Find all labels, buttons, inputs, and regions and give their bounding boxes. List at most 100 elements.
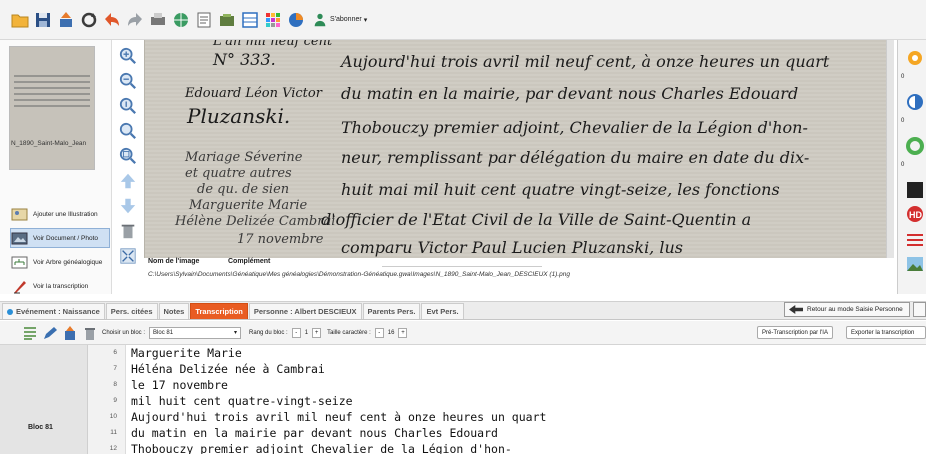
photo-icon <box>11 232 28 244</box>
view-transcription-button[interactable]: Voir la transcription <box>10 276 110 296</box>
rank-value: 1 <box>304 329 309 336</box>
zoom-actual-icon[interactable] <box>118 96 138 116</box>
folder-icon[interactable] <box>10 9 30 31</box>
quill-icon <box>14 280 26 293</box>
line-number: 10 <box>109 413 117 420</box>
size-decrement-button[interactable]: - <box>374 327 384 338</box>
arrow-down-icon[interactable] <box>118 196 138 216</box>
transcription-line[interactable]: Aujourd'hui trois avril mil neuf cent à … <box>131 410 546 424</box>
back-arrow-icon <box>789 305 803 314</box>
transcription-line[interactable]: le 17 novembre <box>131 378 228 392</box>
transcription-line[interactable]: du matin en la mairie par devant nous Ch… <box>131 426 498 440</box>
side-toggle-button[interactable] <box>913 302 926 317</box>
refresh-icon[interactable] <box>79 9 99 31</box>
rank-increment-button[interactable]: + <box>312 327 322 338</box>
zoom-out-icon[interactable] <box>118 71 138 91</box>
contrast-icon[interactable] <box>905 92 925 112</box>
block-select[interactable]: Bloc 81 ▾ <box>149 326 242 339</box>
export-transcription-button[interactable]: Exporter la transcription <box>846 326 926 339</box>
firefox-icon[interactable] <box>286 9 306 31</box>
transcription-editor[interactable]: Bloc 81 6 7 8 9 10 11 12 Marguerite Mari… <box>0 345 926 454</box>
edit-icon[interactable] <box>42 325 58 341</box>
tab-label: Pers. citées <box>110 307 153 316</box>
view-tree-button[interactable]: Voir Arbre généalogique <box>10 252 110 272</box>
view-document-button[interactable]: Voir Document / Photo <box>10 228 110 248</box>
database-icon[interactable] <box>217 9 237 31</box>
document-icon[interactable] <box>194 9 214 31</box>
brightness-icon[interactable] <box>905 48 925 68</box>
line-number: 9 <box>113 397 117 404</box>
doc-margin-line: de qu. de sien <box>197 182 290 197</box>
size-increment-button[interactable]: + <box>398 327 408 338</box>
doc-text-line: d'officier de l'Etat Civil de la Ville d… <box>321 210 752 229</box>
tab-label: Evt Pers. <box>426 307 459 316</box>
doc-margin-line: et quatre autres <box>185 166 292 181</box>
tab-evt-pers[interactable]: Evt Pers. <box>421 303 464 319</box>
add-block-icon[interactable] <box>62 325 78 341</box>
chevron-down-icon: ▾ <box>363 16 368 24</box>
svg-text:HD: HD <box>909 210 922 220</box>
web-icon[interactable] <box>171 9 191 31</box>
back-to-person-button[interactable]: Retour au mode Saisie Personne <box>784 302 910 317</box>
lines-icon[interactable] <box>905 230 925 250</box>
redo-icon[interactable] <box>125 9 145 31</box>
tab-personne[interactable]: Personne : Albert DESCIEUX <box>248 303 362 319</box>
black-white-icon[interactable] <box>905 180 925 200</box>
ai-pretranscription-button[interactable]: Pré-Transcription par l'IA <box>757 326 833 339</box>
subscribe-button[interactable]: S'abonner ▾ <box>312 12 367 28</box>
doc-text-line: du matin en la mairie, par devant nous C… <box>341 84 799 103</box>
undo-icon[interactable] <box>102 9 122 31</box>
transcription-line[interactable]: Héléna Delizée née à Cambrai <box>131 362 325 376</box>
back-button-label: Retour au mode Saisie Personne <box>807 306 903 313</box>
transcription-line[interactable]: Marguerite Marie <box>131 346 242 360</box>
rank-decrement-button[interactable]: - <box>291 327 301 338</box>
line-number: 11 <box>110 429 117 436</box>
rank-label: Rang du bloc : <box>249 329 288 336</box>
doc-margin-line: L'an mil neuf cent <box>213 40 333 49</box>
ai-pretranscription-label: Pré-Transcription par l'IA <box>762 329 828 336</box>
tab-evenement[interactable]: Evénement : Naissance <box>2 303 105 319</box>
image-name-label: Nom de l'image <box>148 258 200 265</box>
tab-parents-pers[interactable]: Parents Pers. <box>362 303 421 319</box>
view-tree-label: Voir Arbre généalogique <box>33 258 103 266</box>
tab-notes[interactable]: Notes <box>158 303 190 319</box>
grid-color-icon[interactable] <box>263 9 283 31</box>
add-illustration-button[interactable]: Ajouter une Illustration <box>10 204 110 224</box>
list-icon[interactable] <box>22 325 38 341</box>
hd-icon[interactable]: HD <box>905 204 925 224</box>
layout-icon[interactable] <box>240 9 260 31</box>
doc-margin-line: Edouard Léon Victor <box>185 86 322 101</box>
tab-transcription[interactable]: Transcription <box>190 303 248 319</box>
transcription-line[interactable]: mil huit cent quatre-vingt-seize <box>131 394 353 408</box>
view-transcription-label: Voir la transcription <box>33 282 89 290</box>
main-toolbar: S'abonner ▾ <box>0 0 926 40</box>
document-scrollbar[interactable] <box>886 40 894 258</box>
save-icon[interactable] <box>33 9 53 31</box>
tab-pers-citees[interactable]: Pers. citées <box>105 303 158 319</box>
document-thumbnail[interactable] <box>9 46 95 170</box>
tab-label: Notes <box>163 307 185 316</box>
line-number-column: 6 7 8 9 10 11 12 <box>88 345 126 454</box>
left-pane: N_1890_Saint-Malo_Jean Ajouter une Illus… <box>0 40 112 294</box>
subscribe-icon <box>314 13 326 26</box>
color-wheel-icon[interactable] <box>905 136 925 156</box>
zoom-in-icon[interactable] <box>118 46 138 66</box>
upload-icon[interactable] <box>56 9 76 31</box>
doc-margin-line: N° 333. <box>213 50 276 69</box>
complement-field[interactable] <box>382 257 542 267</box>
tab-label: Evénement : Naissance <box>16 307 100 316</box>
landscape-icon[interactable] <box>905 254 925 274</box>
transcription-line[interactable]: Thobouczy premier adjoint Chevalier de l… <box>131 442 512 454</box>
doc-margin-line: Marguerite Marie <box>189 198 308 213</box>
trash-icon[interactable] <box>118 221 138 241</box>
document-image-viewer[interactable]: L'an mil neuf cent N° 333. Edouard Léon … <box>144 40 894 258</box>
delete-block-icon[interactable] <box>82 325 98 341</box>
thumbnail-caption: N_1890_Saint-Malo_Jean <box>11 140 87 147</box>
arrow-up-icon[interactable] <box>118 171 138 191</box>
zoom-fit-icon[interactable] <box>118 121 138 141</box>
doc-text-line: Thobouczy premier adjoint, Chevalier de … <box>341 118 808 137</box>
expand-icon[interactable] <box>118 246 138 266</box>
print-icon[interactable] <box>148 9 168 31</box>
color-value: 0 <box>901 162 905 168</box>
zoom-page-icon[interactable] <box>118 146 138 166</box>
